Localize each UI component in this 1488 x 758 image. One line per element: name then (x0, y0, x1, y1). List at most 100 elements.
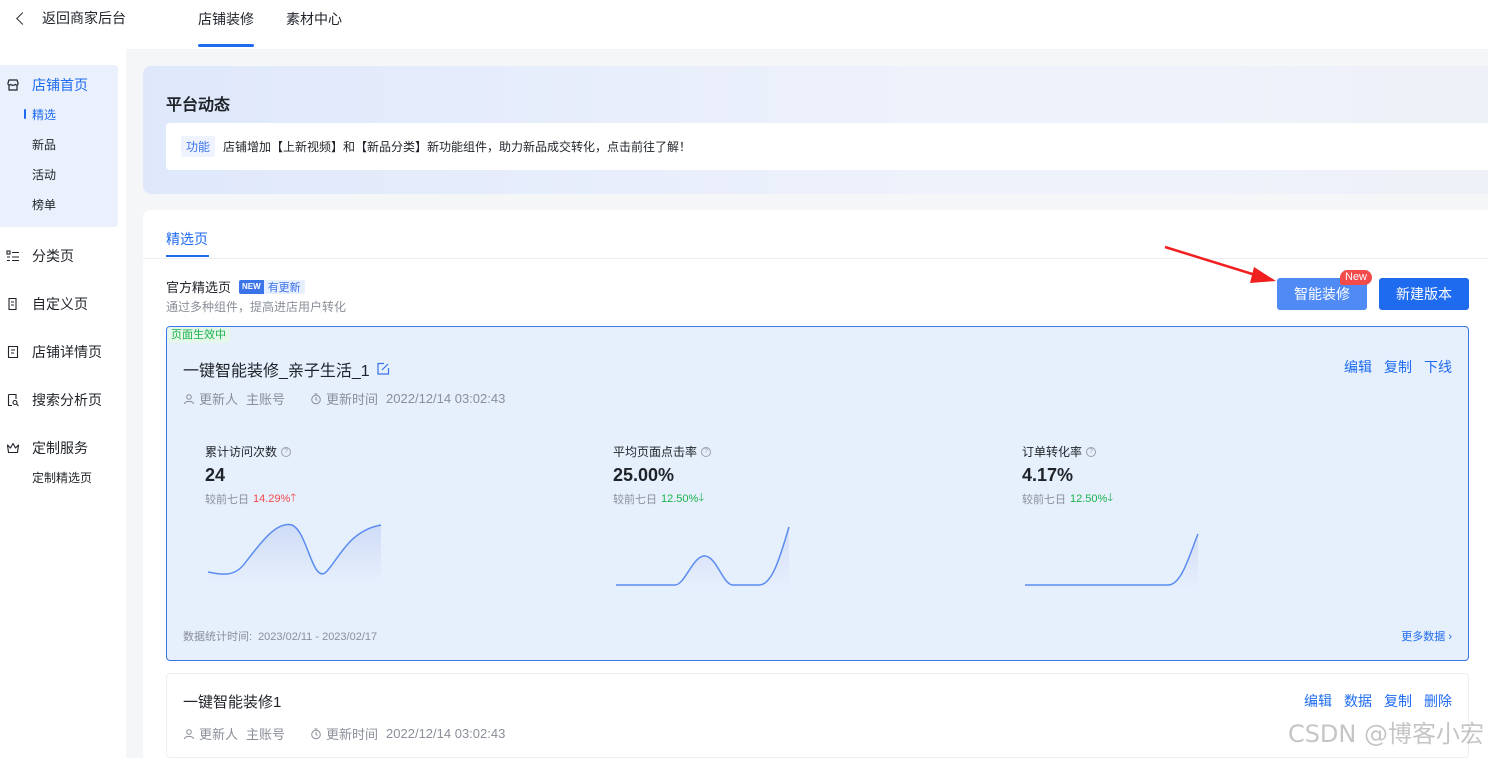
metric-label: 累计访问次数? (205, 443, 296, 460)
sidebar-item-store-home[interactable]: 店铺首页 (6, 75, 88, 95)
time-label: 更新时间 (326, 392, 379, 407)
metric-label: 订单转化率? (1022, 443, 1113, 460)
help-icon[interactable]: ? (281, 446, 292, 457)
platform-notice[interactable]: 功能 店铺增加【上新视频】和【新品分类】新功能组件，助力新品成交转化，点击前往了… (166, 123, 1488, 170)
sidebar-item-label: 搜索分析页 (32, 392, 102, 408)
data-link[interactable]: 数据 (1344, 691, 1372, 711)
edit-link[interactable]: 编辑 (1344, 357, 1372, 377)
sidebar-item-custom-page[interactable]: 自定义页 (6, 294, 88, 314)
notice-text[interactable]: 店铺增加【上新视频】和【新品分类】新功能组件，助力新品成交转化，点击前往了解！ (223, 138, 691, 155)
arrow-down-icon: 🡓 (698, 492, 705, 504)
sidebar-sub-activity[interactable]: 活动 (32, 166, 56, 183)
metric-visits: 累计访问次数? 24 较前七日 14.29% 🡑 (205, 443, 296, 508)
sidebar-item-category[interactable]: 分类页 (6, 246, 74, 266)
edit-icon[interactable] (376, 362, 390, 376)
custom-page-icon (8, 297, 17, 311)
help-icon[interactable]: ? (701, 446, 712, 457)
active-sub-indicator (24, 109, 26, 119)
version-card: 一键智能装修1 更新人 主账号 更新时间 2022/12/14 03:02:43… (166, 673, 1469, 758)
edit-link[interactable]: 编辑 (1304, 691, 1332, 711)
crown-icon (6, 442, 20, 454)
new-version-button[interactable]: 新建版本 (1379, 278, 1469, 310)
version-meta: 更新人 主账号 更新时间 2022/12/14 03:02:43 (183, 389, 505, 408)
metric-label: 平均页面点击率? (613, 443, 712, 460)
updater-value: 主账号 (246, 392, 286, 407)
updater-label: 更新人 (199, 727, 239, 742)
stats-period: 数据统计时间: 2023/02/11 - 2023/02/17 (183, 628, 377, 644)
time-label: 更新时间 (326, 727, 379, 742)
update-badge: NEW 有更新 (239, 279, 305, 294)
active-tab-indicator (198, 44, 254, 47)
updater-value: 主账号 (246, 727, 286, 742)
metric-compare: 较前七日 12.50% 🡓 (1022, 489, 1113, 508)
metric-compare: 较前七日 14.29% 🡑 (205, 489, 296, 508)
delete-link[interactable]: 删除 (1424, 691, 1452, 711)
sidebar-item-label: 分类页 (32, 248, 74, 264)
copy-link[interactable]: 复制 (1384, 691, 1412, 711)
clock-icon (311, 728, 321, 739)
time-value: 2022/12/14 03:02:43 (386, 726, 506, 741)
sidebar-item-custom-service[interactable]: 定制服务 (6, 438, 88, 458)
help-icon[interactable]: ? (1086, 446, 1097, 457)
sidebar-sub-featured[interactable]: 精选 (32, 106, 56, 123)
sparkline-conversion (1025, 533, 1199, 589)
store-detail-icon (7, 345, 19, 359)
version-name: 一键智能装修_亲子生活_1 (183, 357, 390, 381)
updater-label: 更新人 (199, 392, 239, 407)
sidebar-sub-new[interactable]: 新品 (32, 136, 56, 153)
copy-link[interactable]: 复制 (1384, 357, 1412, 377)
metric-conversion: 订单转化率? 4.17% 较前七日 12.50% 🡓 (1022, 443, 1113, 508)
stats-period-label: 数据统计时间: (183, 631, 253, 643)
sidebar-sub-custom-featured[interactable]: 定制精选页 (32, 469, 92, 486)
new-badge-label: NEW (239, 279, 264, 294)
version-name: 一键智能装修1 (183, 691, 281, 712)
more-data-link[interactable]: 更多数据 › (1401, 628, 1452, 644)
sidebar-item-store-detail[interactable]: 店铺详情页 (6, 342, 102, 362)
divider (143, 258, 1488, 259)
back-to-merchant-link[interactable]: 返回商家后台 (14, 9, 126, 27)
version-name-text: 一键智能装修_亲子生活_1 (183, 363, 370, 380)
platform-news-title: 平台动态 (166, 97, 231, 114)
sidebar-item-label: 定制服务 (32, 440, 88, 456)
stats-period-range: 2023/02/11 - 2023/02/17 (258, 631, 378, 643)
chevron-right-icon: › (1445, 631, 1452, 643)
metric-click-rate: 平均页面点击率? 25.00% 较前七日 12.50% 🡓 (613, 443, 712, 508)
platform-news-card: 平台动态 功能 店铺增加【上新视频】和【新品分类】新功能组件，助力新品成交转化，… (143, 66, 1488, 194)
sidebar-item-label: 自定义页 (32, 296, 88, 312)
tab-store-decoration[interactable]: 店铺装修 (198, 9, 254, 29)
watermark: CSDN @博客小宏 (1287, 720, 1484, 748)
page-tab-indicator (166, 255, 209, 257)
time-value: 2022/12/14 03:02:43 (386, 391, 506, 406)
category-list-icon (6, 250, 19, 262)
tab-material-center[interactable]: 素材中心 (286, 9, 342, 29)
user-icon (184, 393, 194, 404)
top-bar: 返回商家后台 店铺装修 素材中心 (0, 0, 1488, 49)
sparkline-visits (207, 523, 382, 583)
arrow-up-icon: 🡑 (290, 492, 297, 504)
update-badge-text: 有更新 (267, 281, 301, 294)
metric-compare: 较前七日 12.50% 🡓 (613, 489, 711, 508)
sidebar-item-label: 店铺首页 (32, 77, 88, 93)
offline-link[interactable]: 下线 (1424, 357, 1452, 377)
metric-value: 24 (205, 465, 226, 485)
section-subtitle: 通过多种组件，提高进店用户转化 (166, 300, 347, 314)
main-panel: 精选页 官方精选页 NEW 有更新 通过多种组件，提高进店用户转化 智能装修 N… (143, 210, 1488, 758)
tab-featured-page[interactable]: 精选页 (166, 229, 208, 249)
metric-value: 25.00% (613, 465, 675, 485)
sidebar-item-search-analysis[interactable]: 搜索分析页 (6, 390, 102, 410)
version-actions: 编辑 数据 复制 删除 (1304, 691, 1452, 711)
user-icon (184, 728, 194, 739)
section-title: 官方精选页 NEW 有更新 (166, 277, 305, 296)
clock-icon (311, 393, 321, 404)
search-analysis-icon (7, 393, 19, 407)
sidebar-item-label: 店铺详情页 (32, 344, 102, 360)
new-pill-badge: New (1340, 270, 1373, 285)
status-badge: 页面生效中 (167, 327, 230, 343)
active-version-card: 页面生效中 一键智能装修_亲子生活_1 更新人 主账号 更新时间 2022/12… (166, 326, 1469, 661)
section-title-text: 官方精选页 (166, 280, 232, 295)
sidebar-sub-ranking[interactable]: 榜单 (32, 196, 56, 213)
arrow-down-icon: 🡓 (1107, 492, 1114, 504)
notice-tag: 功能 (181, 136, 216, 157)
version-meta: 更新人 主账号 更新时间 2022/12/14 03:02:43 (183, 724, 505, 743)
metric-value: 4.17% (1022, 465, 1074, 485)
